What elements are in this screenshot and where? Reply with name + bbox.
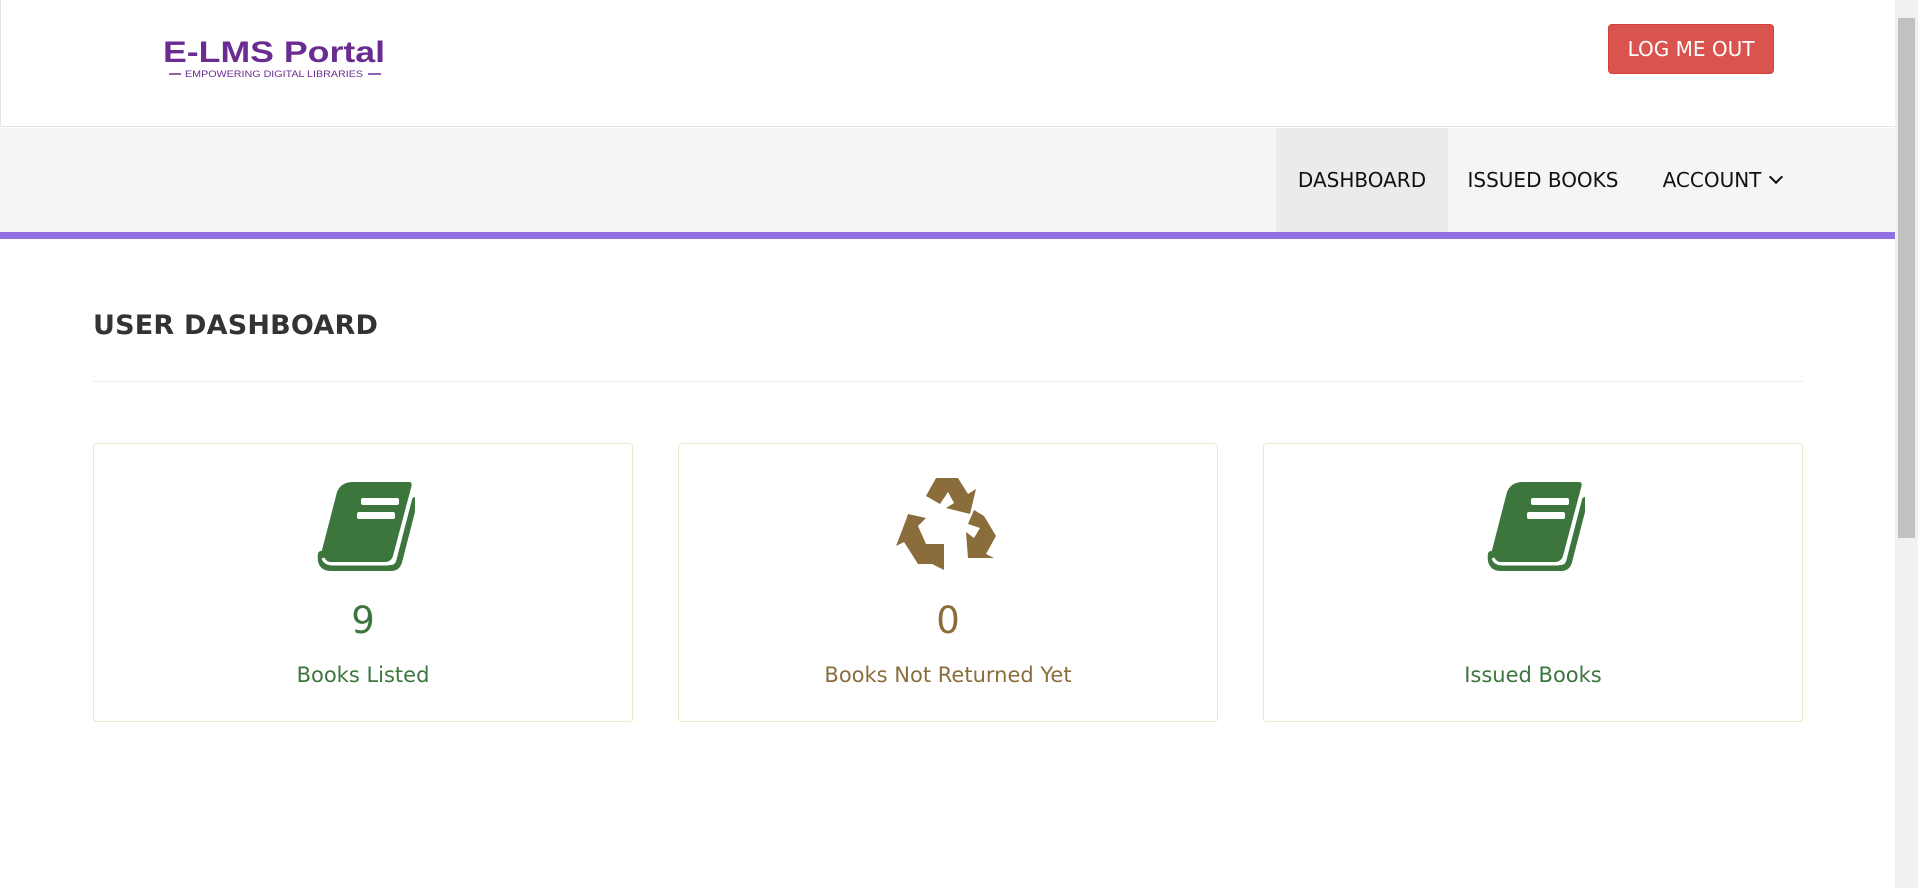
nav-issued-books[interactable]: ISSUED BOOKS (1448, 128, 1638, 232)
book-icon (311, 470, 415, 574)
nav-bar: DASHBOARD ISSUED BOOKS ACCOUNT (0, 128, 1895, 232)
header: E-LMS Portal EMPOWERING DIGITAL LIBRARIE… (0, 0, 1895, 127)
chevron-down-icon (1769, 169, 1784, 185)
logout-button[interactable]: LOG ME OUT (1608, 24, 1774, 74)
books-not-returned-count: 0 (936, 599, 960, 642)
logo-text: E-LMS Portal (163, 36, 385, 69)
nav-dashboard[interactable]: DASHBOARD (1276, 128, 1448, 232)
divider (93, 381, 1803, 382)
issued-books-label: Issued Books (1464, 663, 1602, 687)
books-listed-count: 9 (351, 599, 375, 642)
page-title: USER DASHBOARD (93, 310, 379, 341)
nav-account-label: ACCOUNT (1662, 168, 1762, 192)
nav-dashboard-label: DASHBOARD (1297, 168, 1427, 192)
books-listed-card[interactable]: 9 Books Listed (93, 443, 633, 722)
page: E-LMS Portal EMPOWERING DIGITAL LIBRARIE… (0, 0, 1895, 888)
recycle-icon (896, 470, 1000, 574)
nav-account[interactable]: ACCOUNT (1638, 128, 1806, 232)
books-listed-label: Books Listed (296, 663, 430, 687)
vertical-scrollbar[interactable] (1895, 0, 1918, 888)
books-not-returned-card[interactable]: 0 Books Not Returned Yet (678, 443, 1218, 722)
scrollbar-thumb[interactable] (1898, 18, 1915, 538)
book-icon (1481, 470, 1585, 574)
nav-accent-bar (0, 232, 1895, 239)
nav-issued-books-label: ISSUED BOOKS (1467, 168, 1619, 192)
logo[interactable]: E-LMS Portal EMPOWERING DIGITAL LIBRARIE… (161, 30, 391, 82)
issued-books-card[interactable]: Issued Books (1263, 443, 1803, 722)
books-not-returned-label: Books Not Returned Yet (824, 663, 1072, 687)
logo-tagline: EMPOWERING DIGITAL LIBRARIES (185, 69, 363, 79)
